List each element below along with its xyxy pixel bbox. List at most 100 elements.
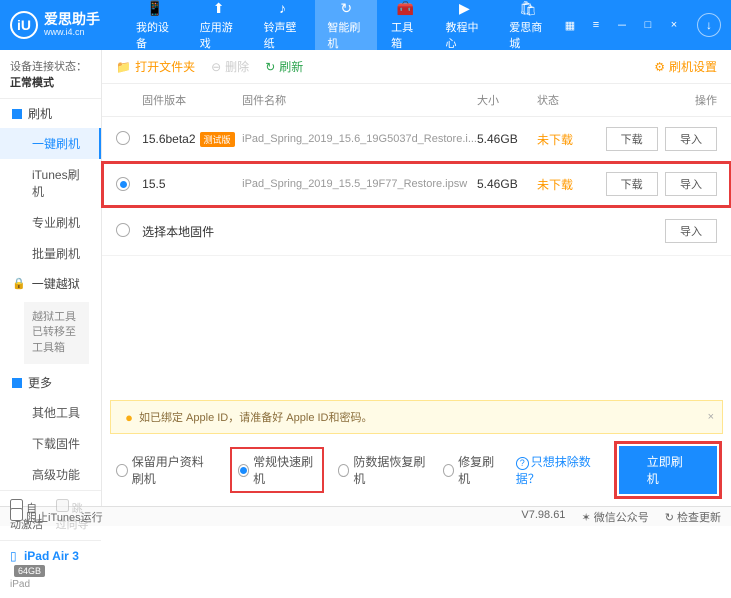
col-name: 固件名称 — [242, 92, 477, 108]
wechat-icon: ✶ — [581, 512, 590, 524]
sidebar-item[interactable]: 一键刷机 — [0, 128, 101, 159]
device-info[interactable]: ▯ iPad Air 3 64GB iPad — [0, 540, 101, 598]
nav-label: 智能刷机 — [327, 19, 365, 51]
grid-icon[interactable]: ▦ — [559, 14, 581, 36]
firmware-row[interactable]: 15.5 iPad_Spring_2019_15.5_19F77_Restore… — [102, 162, 731, 207]
fw-radio[interactable] — [116, 131, 130, 145]
app-logo: iU 爱思助手 www.i4.cn — [10, 11, 100, 39]
section-title: 刷机 — [28, 105, 52, 122]
delete-icon: ⊖ — [211, 60, 221, 74]
notice-text: 如已绑定 Apple ID，请准备好 Apple ID和密码。 — [139, 409, 373, 425]
local-fw-radio[interactable] — [116, 223, 130, 237]
flash-now-button[interactable]: 立即刷机 — [619, 446, 717, 494]
flash-mode-option[interactable]: 常规快速刷机 — [232, 449, 322, 491]
sidebar-item[interactable]: 批量刷机 — [0, 238, 101, 269]
nav-label: 应用游戏 — [200, 19, 238, 51]
square-icon — [12, 109, 22, 119]
nav-icon: 📱 — [146, 0, 164, 17]
local-fw-label: 选择本地固件 — [142, 223, 661, 240]
import-button[interactable]: 导入 — [665, 172, 717, 196]
download-button[interactable]: 下载 — [606, 172, 658, 196]
nav-icon: ↻ — [337, 0, 355, 17]
device-icon: ▯ — [10, 549, 17, 563]
nav-label: 爱思商城 — [509, 19, 547, 51]
flash-mode-option[interactable]: 防数据恢复刷机 — [338, 453, 427, 487]
sidebar-item[interactable]: iTunes刷机 — [0, 159, 101, 207]
nav-label: 铃声壁纸 — [264, 19, 302, 51]
refresh-button[interactable]: ↻刷新 — [265, 58, 303, 75]
nav-icon: ♪ — [273, 0, 291, 17]
brand-url: www.i4.cn — [44, 28, 100, 38]
refresh-icon: ↻ — [265, 60, 275, 74]
flash-mode-option[interactable]: 保留用户资料刷机 — [116, 453, 215, 487]
open-folder-button[interactable]: 📁打开文件夹 — [116, 58, 195, 75]
delete-button: ⊖删除 — [211, 58, 249, 75]
block-itunes-check[interactable]: 阻止iTunes运行 — [10, 508, 103, 525]
check-update-link[interactable]: ↻ 检查更新 — [665, 509, 721, 525]
download-indicator-icon[interactable]: ↓ — [697, 13, 721, 37]
sidebar-note: 越狱工具已转移至工具箱 — [24, 302, 89, 364]
device-badge: 64GB — [14, 565, 45, 577]
col-size: 大小 — [477, 92, 537, 108]
sidebar-section-header[interactable]: 🔒一键越狱 — [0, 269, 101, 298]
sidebar-item[interactable]: 专业刷机 — [0, 207, 101, 238]
menu-icon[interactable]: ≡ — [585, 14, 607, 36]
fw-version: 15.5 — [142, 177, 242, 191]
close-icon[interactable]: × — [663, 14, 685, 36]
nav-item-6[interactable]: 🛍爱思商城 — [497, 0, 559, 55]
appleid-notice: ● 如已绑定 Apple ID，请准备好 Apple ID和密码。 × — [110, 400, 723, 434]
square-icon — [12, 378, 22, 388]
notice-close-icon[interactable]: × — [708, 411, 714, 423]
fw-size: 5.46GB — [477, 132, 537, 146]
nav-item-1[interactable]: ⬆ 应用游戏 — [188, 0, 250, 55]
nav-icon: ⬆ — [210, 0, 228, 17]
minimize-icon[interactable]: － — [611, 14, 633, 36]
nav-item-2[interactable]: ♪ 铃声壁纸 — [252, 0, 314, 55]
sidebar-item[interactable]: 下载固件 — [0, 428, 101, 459]
sidebar-item[interactable]: 高级功能 — [0, 459, 101, 490]
local-firmware-row: 选择本地固件 导入 — [102, 207, 731, 256]
device-name: iPad Air 3 — [24, 549, 79, 563]
nav-label: 教程中心 — [445, 19, 483, 51]
nav-item-3[interactable]: ↻ 智能刷机 — [315, 0, 377, 55]
nav-item-4[interactable]: 🧰工具箱 — [379, 0, 431, 55]
col-ops: 操作 — [587, 92, 717, 108]
flash-settings-button[interactable]: ⚙刷机设置 — [654, 58, 717, 75]
table-header: 固件版本 固件名称 大小 状态 操作 — [102, 84, 731, 117]
maximize-icon[interactable]: □ — [637, 14, 659, 36]
download-button[interactable]: 下载 — [606, 127, 658, 151]
connection-status: 设备连接状态：正常模式 — [0, 50, 101, 99]
main-nav: 📱 我的设备 ⬆ 应用游戏 ♪ 铃声壁纸 ↻ 智能刷机 🧰工具箱▶教程中心🛍爱思商城 — [124, 0, 559, 55]
flash-mode-option[interactable]: 修复刷机 — [443, 453, 500, 487]
col-status: 状态 — [537, 92, 587, 108]
firmware-row[interactable]: 15.6beta2测试版 iPad_Spring_2019_15.6_19G50… — [102, 117, 731, 162]
gear-icon: ⚙ — [654, 60, 665, 74]
fw-size: 5.46GB — [477, 177, 537, 191]
main-panel: 📁打开文件夹 ⊖删除 ↻刷新 ⚙刷机设置 固件版本 固件名称 大小 状态 操作 … — [102, 50, 731, 506]
fw-radio[interactable] — [116, 177, 130, 191]
sidebar-section-header[interactable]: 刷机 — [0, 99, 101, 128]
sidebar-item[interactable]: 其他工具 — [0, 397, 101, 428]
flash-mode-label: 防数据恢复刷机 — [353, 453, 426, 487]
lock-icon: 🔒 — [12, 277, 26, 290]
flash-options: 保留用户资料刷机常规快速刷机防数据恢复刷机修复刷机?只想抹除数据？立即刷机 — [102, 434, 731, 506]
flash-mode-label: 保留用户资料刷机 — [132, 453, 216, 487]
toolbar: 📁打开文件夹 ⊖删除 ↻刷新 ⚙刷机设置 — [102, 50, 731, 84]
titlebar: iU 爱思助手 www.i4.cn 📱我的设备⬆应用游戏♪铃声壁纸↻智能刷机🧰工… — [0, 0, 731, 50]
sidebar-section-header[interactable]: 更多 — [0, 368, 101, 397]
folder-icon: 📁 — [116, 60, 131, 74]
import-button[interactable]: 导入 — [665, 127, 717, 151]
radio-icon — [116, 464, 128, 477]
radio-icon — [443, 464, 455, 477]
import-button[interactable]: 导入 — [665, 219, 717, 243]
statusbar: 阻止iTunes运行 V7.98.61 ✶ 微信公众号 ↻ 检查更新 — [0, 506, 731, 526]
nav-icon: 🧰 — [396, 0, 414, 17]
logo-icon: iU — [10, 11, 38, 39]
nav-item-5[interactable]: ▶教程中心 — [433, 0, 495, 55]
wechat-link[interactable]: ✶ 微信公众号 — [581, 509, 648, 525]
device-sub: iPad — [10, 579, 91, 590]
nav-item-0[interactable]: 📱 我的设备 — [124, 0, 186, 55]
help-icon: ? — [516, 457, 529, 470]
brand-name: 爱思助手 — [44, 12, 100, 27]
nav-label: 我的设备 — [136, 19, 174, 51]
